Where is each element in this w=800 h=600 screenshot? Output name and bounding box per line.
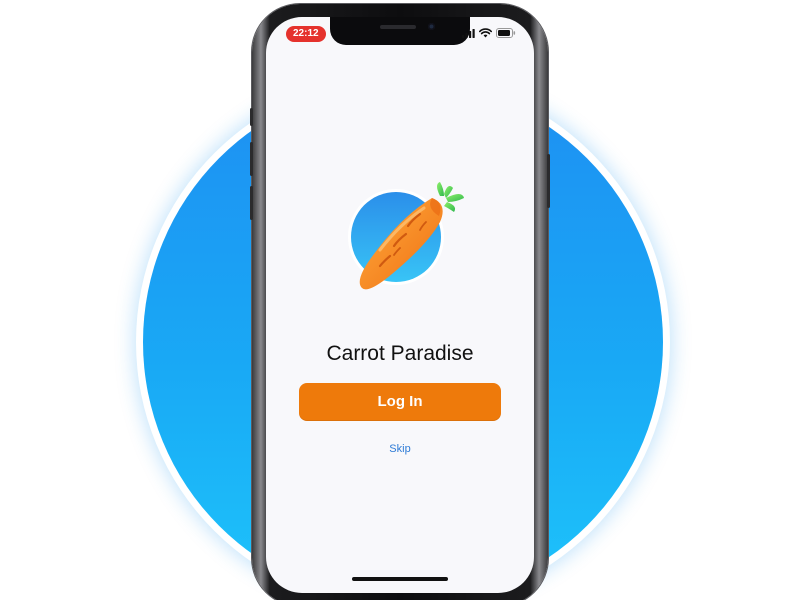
notch (330, 17, 470, 45)
status-icons (462, 28, 516, 38)
signal-icon (462, 28, 475, 38)
mute-switch (250, 108, 253, 126)
carrot-logo-icon (348, 182, 464, 290)
volume-up-button (250, 142, 253, 176)
speaker-grille (380, 25, 416, 29)
home-indicator (352, 577, 448, 581)
phone-frame: 22:12 Carrot Paradise Log In Skip (250, 4, 550, 600)
volume-down-button (250, 186, 253, 220)
login-button[interactable]: Log In (299, 383, 501, 421)
status-time: 22:12 (286, 26, 326, 42)
power-button (547, 154, 550, 208)
skip-link[interactable]: Skip (266, 443, 534, 455)
front-camera (428, 23, 435, 30)
wifi-icon (479, 28, 492, 38)
app-title: Carrot Paradise (326, 342, 474, 365)
battery-icon (496, 28, 516, 38)
phone-screen: 22:12 Carrot Paradise Log In Skip (266, 17, 534, 593)
stage: 22:12 Carrot Paradise Log In Skip (0, 0, 800, 600)
